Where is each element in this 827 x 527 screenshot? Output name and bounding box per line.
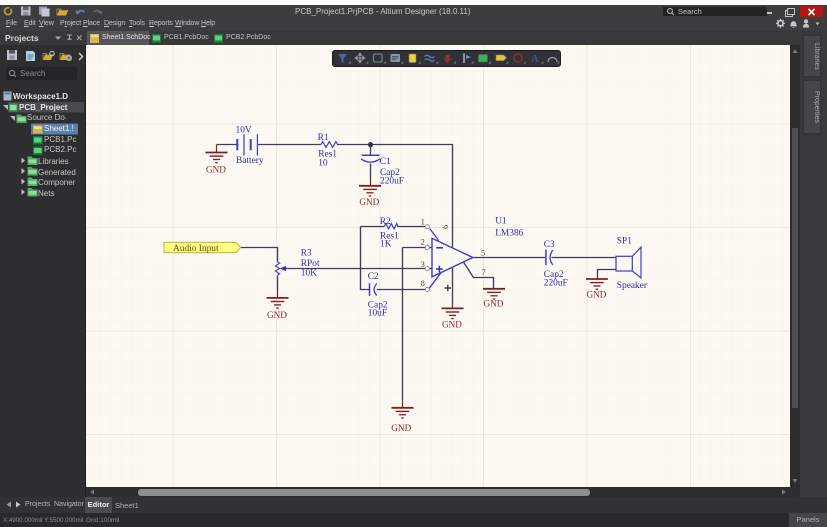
svg-text:C3: C3 [544,240,555,250]
svg-text:Audio Input: Audio Input [173,244,219,254]
svg-text:A: A [531,53,539,65]
svg-text:R2: R2 [380,217,391,227]
svg-text:3: 3 [421,260,425,269]
svg-text:10uF: 10uF [368,308,387,318]
svg-text:7: 7 [482,268,486,277]
svg-text:R3: R3 [301,248,312,258]
svg-text:GND: GND [442,320,462,330]
svg-text:6: 6 [441,225,450,229]
svg-text:1: 1 [421,218,425,227]
svg-text:SP1: SP1 [617,237,632,247]
svg-text:GND: GND [391,423,411,433]
svg-text:C2: C2 [368,272,379,282]
svg-text:Speaker: Speaker [617,281,648,291]
svg-text:GND: GND [267,310,287,320]
svg-text:R1: R1 [318,133,329,143]
svg-text:LM386: LM386 [495,229,523,239]
svg-text:2: 2 [421,237,425,246]
svg-text:GND: GND [206,165,226,175]
svg-text:220uF: 220uF [380,176,404,186]
svg-text:10: 10 [318,159,328,169]
svg-text:GND: GND [484,299,504,309]
svg-text:8: 8 [421,279,425,288]
svg-text:10K: 10K [301,268,317,278]
svg-text:U1: U1 [495,216,507,226]
svg-text:GND: GND [359,197,379,207]
svg-text:5: 5 [481,248,485,257]
svg-text:1K: 1K [380,239,392,249]
svg-text:10V: 10V [236,126,252,136]
svg-text:RPot: RPot [301,259,320,269]
svg-text:Battery: Battery [236,156,264,166]
svg-text:220uF: 220uF [544,279,568,289]
svg-text:GND: GND [587,290,607,300]
svg-text:C1: C1 [380,157,391,167]
